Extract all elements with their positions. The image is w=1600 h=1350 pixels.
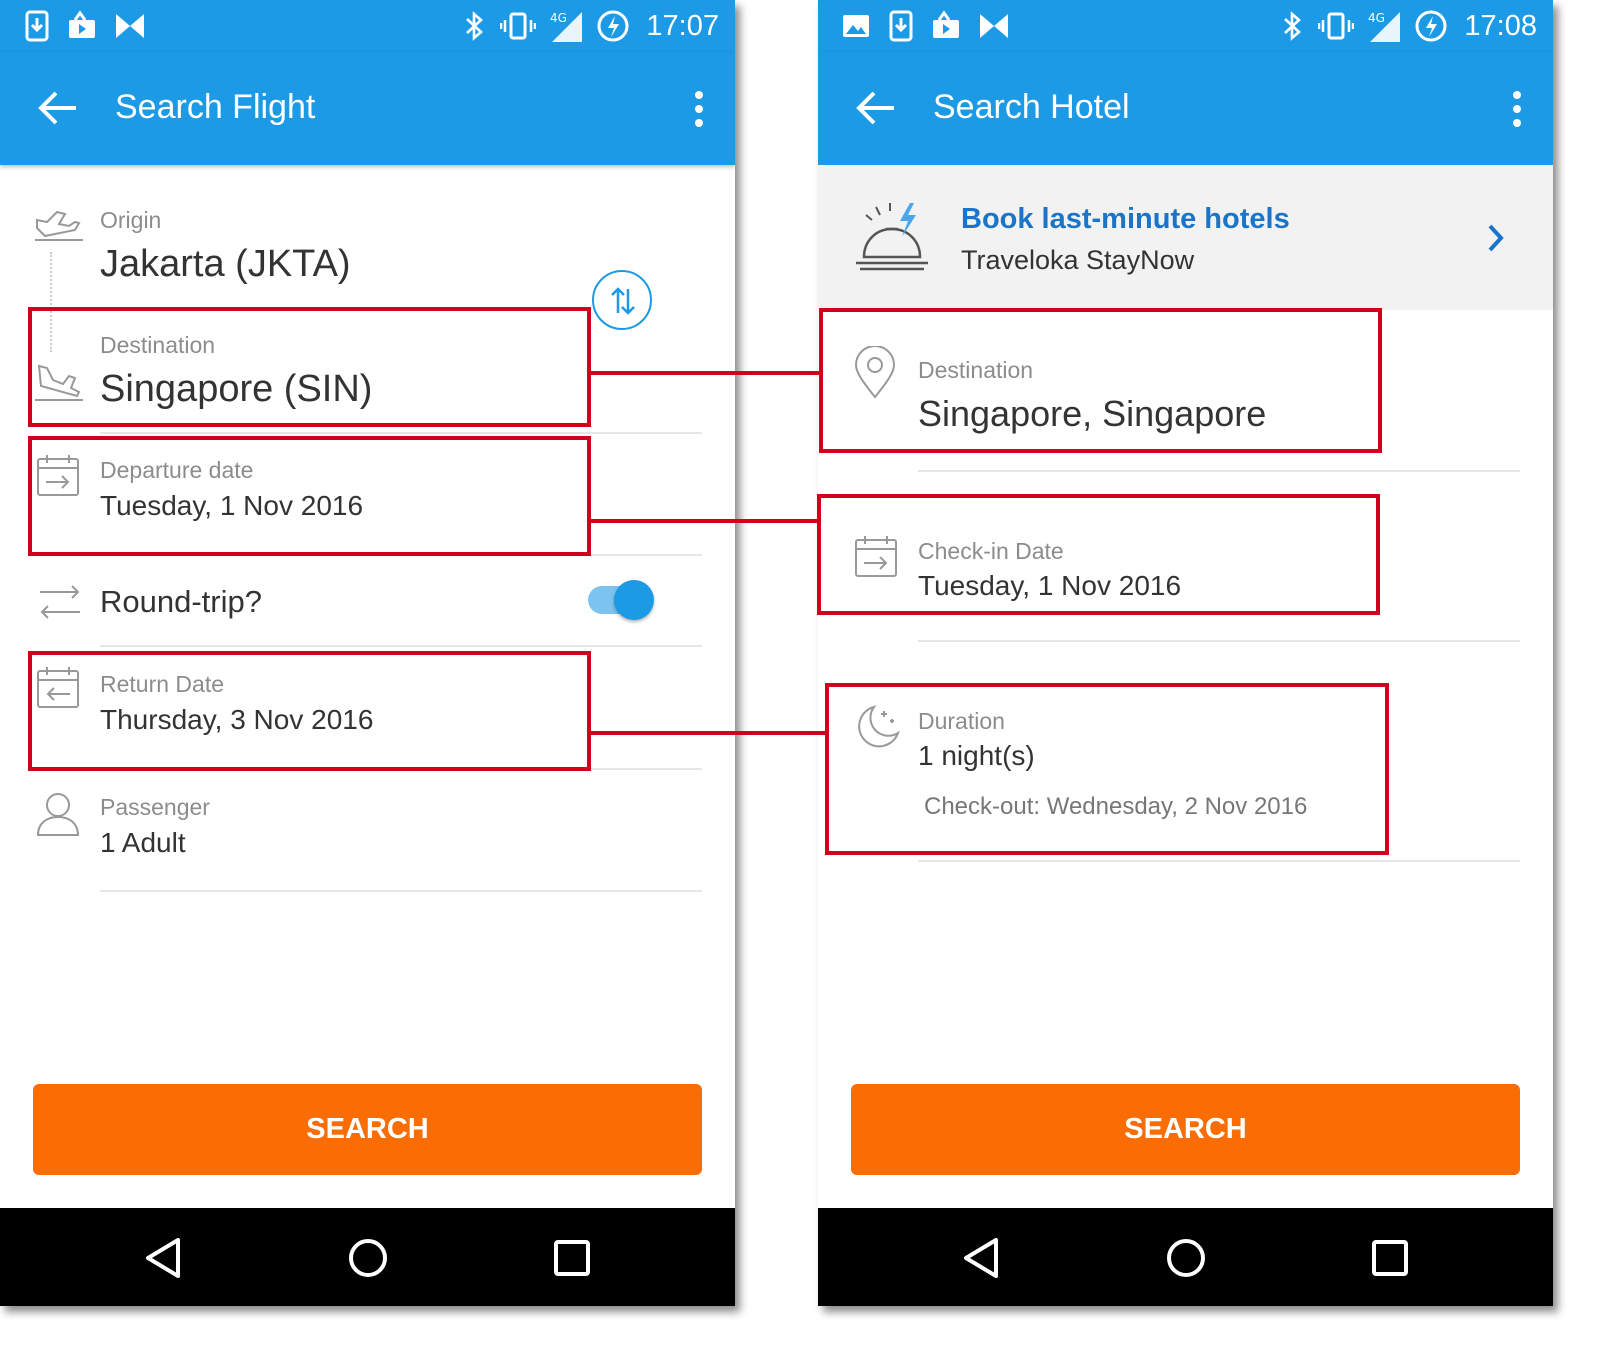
bluetooth-icon	[1284, 11, 1302, 41]
android-nav-bar	[818, 1208, 1553, 1306]
highlight-hotel-duration	[825, 683, 1389, 855]
divider	[100, 432, 702, 434]
search-button[interactable]: SEARCH	[851, 1084, 1520, 1175]
connector-destination	[591, 371, 820, 375]
traveloka-icon	[980, 14, 1008, 38]
origin-label: Origin	[100, 207, 162, 233]
search-button[interactable]: SEARCH	[33, 1084, 702, 1175]
passenger-label: Passenger	[100, 794, 210, 820]
nav-home-icon[interactable]	[1164, 1236, 1208, 1280]
highlight-hotel-checkin	[817, 494, 1380, 615]
android-nav-bar	[0, 1208, 735, 1306]
battery-charging-icon	[597, 10, 629, 42]
chevron-right-icon[interactable]	[1486, 223, 1506, 253]
video-icon	[933, 10, 959, 38]
status-bar: 4G 17:07	[0, 0, 735, 52]
roundtrip-label: Round-trip?	[100, 584, 262, 619]
divider	[100, 890, 702, 892]
status-bar: 4G 17:08	[818, 0, 1553, 52]
image-icon	[843, 15, 869, 37]
divider	[918, 640, 1520, 642]
connector-dates	[591, 519, 818, 523]
network-label: 4G	[550, 11, 567, 25]
signal-icon: 4G	[550, 11, 583, 42]
highlight-flight-departure	[28, 436, 591, 556]
download-icon	[25, 10, 49, 42]
person-icon	[36, 793, 80, 836]
highlight-flight-destination	[28, 307, 591, 427]
nav-recents-icon[interactable]	[550, 1236, 594, 1280]
app-bar: Search Hotel	[818, 52, 1553, 165]
divider	[918, 470, 1520, 472]
more-options-icon[interactable]	[1511, 90, 1523, 128]
swap-arrows-icon	[611, 287, 635, 315]
plane-takeoff-icon	[35, 210, 83, 241]
page-title: Search Flight	[115, 88, 316, 126]
promo-subtitle: Traveloka StayNow	[961, 245, 1195, 275]
hotel-bell-icon	[856, 203, 928, 271]
nav-recents-icon[interactable]	[1368, 1236, 1412, 1280]
highlight-flight-return	[28, 651, 591, 771]
back-arrow-icon[interactable]	[36, 88, 80, 128]
app-bar: Search Flight	[0, 52, 735, 165]
bluetooth-icon	[466, 11, 484, 41]
divider	[918, 860, 1520, 862]
promo-title-link[interactable]: Book last-minute hotels	[961, 203, 1290, 236]
swap-button[interactable]	[592, 270, 652, 330]
nav-home-icon[interactable]	[346, 1236, 390, 1280]
more-options-icon[interactable]	[693, 90, 705, 128]
connector-return-duration	[591, 731, 826, 735]
signal-icon: 4G	[1368, 11, 1401, 42]
status-time: 17:07	[646, 9, 719, 42]
divider	[100, 645, 702, 647]
nav-back-icon[interactable]	[960, 1236, 1004, 1280]
highlight-hotel-destination	[819, 308, 1382, 453]
battery-charging-icon	[1415, 10, 1447, 42]
roundtrip-toggle[interactable]	[614, 580, 654, 620]
back-arrow-icon[interactable]	[854, 88, 898, 128]
download-icon	[889, 10, 913, 42]
vibrate-icon	[1318, 12, 1355, 40]
traveloka-icon	[116, 14, 144, 38]
status-time: 17:08	[1464, 9, 1537, 42]
roundtrip-arrows-icon	[40, 585, 80, 619]
vibrate-icon	[500, 12, 537, 40]
video-icon	[69, 10, 95, 38]
hotel-search-screen: 4G 17:08 Search Hotel Book last-minute h…	[818, 0, 1553, 1306]
page-title: Search Hotel	[933, 88, 1130, 126]
nav-back-icon[interactable]	[142, 1236, 186, 1280]
staynow-promo-banner[interactable]: Book last-minute hotels Traveloka StayNo…	[818, 165, 1553, 310]
passenger-value: 1 Adult	[100, 827, 186, 858]
network-label: 4G	[1368, 11, 1385, 25]
origin-value: Jakarta (JKTA)	[100, 243, 351, 285]
